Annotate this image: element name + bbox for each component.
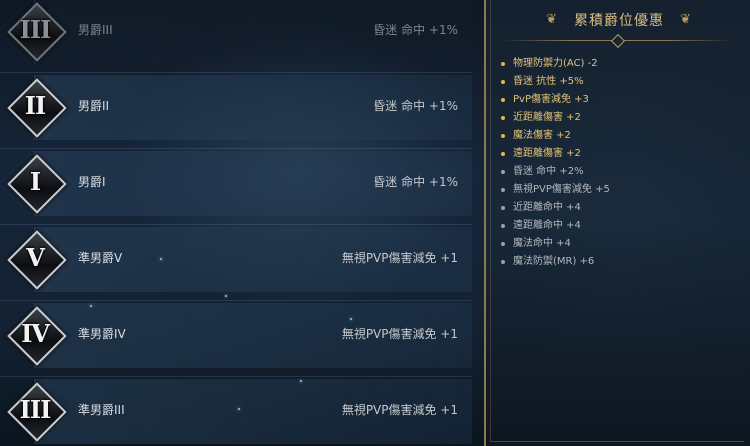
bonus-item: 近距離傷害 +2 [500,109,610,127]
bonus-item: 物理防禦力(AC) -2 [500,55,610,73]
bullet-icon [501,134,505,138]
rank-row[interactable]: V 準男爵V 無視PVP傷害減免 +1 [0,224,472,294]
rank-row[interactable]: II 男爵II 昏迷 命中 +1% [0,72,472,142]
bonus-item: 無視PVP傷害減免 +5 [500,181,610,199]
rank-numeral: V [26,243,45,272]
rank-numeral: II [24,91,46,120]
sparkle-particle [160,258,162,260]
rank-badge-icon: I [7,154,67,214]
rank-row[interactable]: I 男爵I 昏迷 命中 +1% [0,148,472,218]
panel-title: 累積爵位優惠 [574,13,664,29]
rank-bonus: 昏迷 命中 +1% [373,175,458,189]
rank-row[interactable]: III 男爵III 昏迷 命中 +1% [0,0,472,66]
bonus-item: 魔法傷害 +2 [500,127,610,145]
bullet-icon [501,206,505,210]
rank-bonus: 無視PVP傷害減免 +1 [341,251,458,265]
sparkle-particle [238,408,240,410]
sparkle-particle [225,295,227,297]
bullet-icon [501,188,505,192]
rank-numeral: IV [21,319,50,348]
rank-badge-icon: III [7,382,67,442]
bonus-item: 遠距離命中 +4 [500,217,610,235]
rank-row[interactable]: IV 準男爵IV 無視PVP傷害減免 +1 [0,300,472,370]
rank-name: 男爵II [78,99,110,113]
bullet-icon [501,62,505,66]
rank-row[interactable]: III 準男爵III 無視PVP傷害減免 +1 [0,376,472,446]
cumulative-bonus-panel: ❦ 累積爵位優惠 ❦ 物理防禦力(AC) -2 昏迷 抗性 +5% PvP傷害減… [484,0,750,446]
sparkle-particle [300,380,302,382]
rank-badge-icon: II [7,78,67,138]
sparkle-particle [350,318,352,320]
bonus-item: 魔法命中 +4 [500,235,610,253]
bullet-icon [501,152,505,156]
rank-numeral: I [29,167,41,196]
bonus-item: 昏迷 抗性 +5% [500,73,610,91]
bullet-icon [501,116,505,120]
bullet-icon [501,224,505,228]
rank-name: 準男爵III [78,403,125,417]
rank-bonus: 昏迷 命中 +1% [373,99,458,113]
bullet-icon [501,242,505,246]
bullet-icon [501,260,505,264]
bullet-icon [501,170,505,174]
bonus-item: 近距離命中 +4 [500,199,610,217]
rank-name: 準男爵IV [78,327,126,341]
bonus-list: 物理防禦力(AC) -2 昏迷 抗性 +5% PvP傷害減免 +3 近距離傷害 … [500,55,610,271]
rank-badge-icon: V [7,230,67,290]
rank-bonus: 無視PVP傷害減免 +1 [341,327,458,341]
bonus-item: 遠距離傷害 +2 [500,145,610,163]
rank-bonus: 昏迷 命中 +1% [373,23,458,37]
rank-numeral: III [19,15,52,44]
rank-badge-icon: IV [7,306,67,366]
game-screen: III 男爵III 昏迷 命中 +1% II 男爵II 昏迷 命中 +1% I … [0,0,750,446]
rank-name: 男爵III [78,23,113,37]
laurel-right-icon: ❦ [680,12,691,27]
rank-numeral: III [19,395,52,424]
bullet-icon [501,98,505,102]
sparkle-particle [90,305,92,307]
bonus-item: 昏迷 命中 +2% [500,163,610,181]
rank-badge-icon: III [7,2,67,62]
bonus-item: PvP傷害減免 +3 [500,91,610,109]
rank-bonus: 無視PVP傷害減免 +1 [341,403,458,417]
bullet-icon [501,80,505,84]
rank-name: 準男爵V [78,251,123,265]
rank-name: 男爵I [78,175,106,189]
bonus-item: 魔法防禦(MR) +6 [500,253,610,271]
rank-list[interactable]: III 男爵III 昏迷 命中 +1% II 男爵II 昏迷 命中 +1% I … [0,0,472,446]
